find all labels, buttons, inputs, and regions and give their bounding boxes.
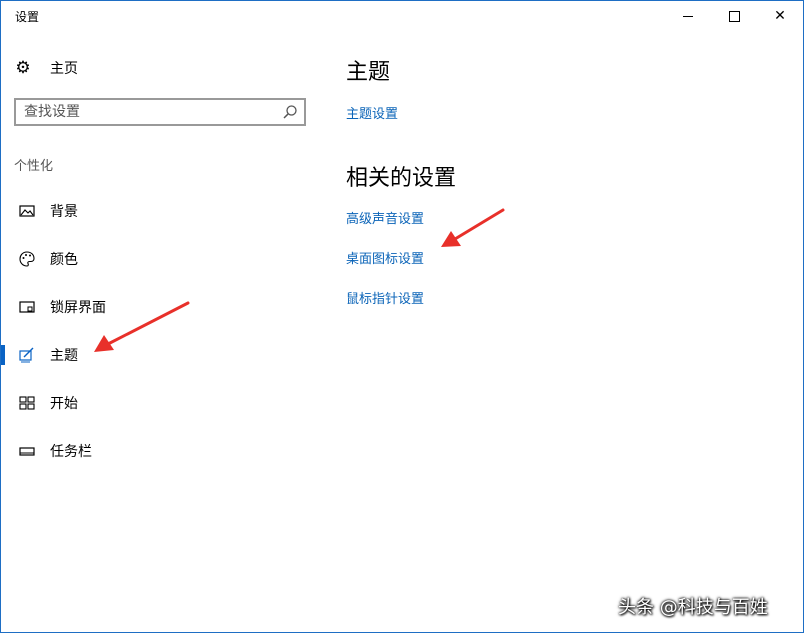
annotation-arrow-desktop-icons — [441, 208, 505, 247]
annotation-arrow-themes — [94, 301, 190, 352]
annotation-arrows — [94, 208, 505, 352]
watermark: 头条 @科技与百姓 — [618, 597, 768, 618]
